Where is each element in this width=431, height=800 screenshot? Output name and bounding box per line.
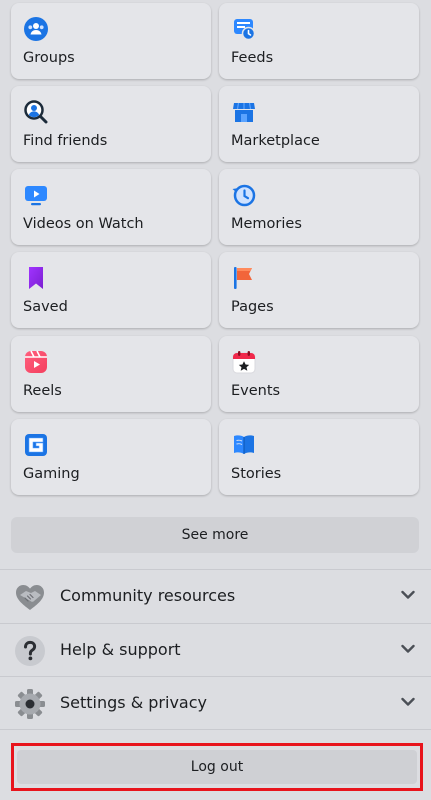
shortcut-label: Events — [231, 383, 281, 399]
help-support-row[interactable]: Help & support — [0, 624, 431, 677]
logout-highlight-frame: Log out — [11, 743, 423, 791]
shortcut-reels[interactable]: Reels — [11, 336, 211, 412]
chevron-down-icon — [401, 590, 415, 599]
shortcut-label: Videos on Watch — [23, 216, 144, 232]
gear-icon — [15, 689, 45, 719]
shortcut-feeds[interactable]: Feeds — [219, 3, 419, 79]
question-mark-icon — [15, 636, 45, 666]
shortcut-videos-on-watch[interactable]: Videos on Watch — [11, 169, 211, 245]
shortcut-label: Reels — [23, 383, 62, 399]
marketplace-icon — [233, 102, 255, 122]
watch-videos-icon — [25, 186, 47, 206]
shortcut-pages[interactable]: Pages — [219, 252, 419, 328]
pages-flag-icon — [234, 267, 252, 289]
chevron-down-icon — [401, 644, 415, 653]
shortcut-find-friends[interactable]: Find friends — [11, 86, 211, 162]
shortcut-label: Marketplace — [231, 133, 320, 149]
feeds-icon — [234, 19, 256, 41]
events-calendar-icon — [232, 351, 256, 374]
shortcut-gaming[interactable]: Gaming — [11, 419, 211, 495]
reels-icon — [25, 350, 47, 373]
help-support-label: Help & support — [60, 640, 181, 659]
shortcut-label: Stories — [231, 466, 282, 482]
shortcut-marketplace[interactable]: Marketplace — [219, 86, 419, 162]
shortcut-label: Memories — [231, 216, 302, 232]
shortcut-label: Pages — [231, 299, 274, 315]
shortcut-label: Groups — [23, 50, 75, 66]
shortcut-memories[interactable]: Memories — [219, 169, 419, 245]
shortcut-stories[interactable]: Stories — [219, 419, 419, 495]
shortcut-label: Gaming — [23, 466, 80, 482]
handshake-heart-icon — [16, 585, 44, 610]
shortcut-saved[interactable]: Saved — [11, 252, 211, 328]
settings-privacy-row[interactable]: Settings & privacy — [0, 677, 431, 730]
shortcut-label: Find friends — [23, 133, 108, 149]
settings-privacy-label: Settings & privacy — [60, 693, 207, 712]
shortcut-events[interactable]: Events — [219, 336, 419, 412]
gaming-icon — [25, 434, 47, 456]
shortcut-label: Feeds — [231, 50, 274, 66]
see-more-button[interactable]: See more — [11, 517, 419, 553]
find-friends-icon — [24, 100, 48, 124]
shortcut-groups[interactable]: Groups — [11, 3, 211, 79]
stories-book-icon — [234, 435, 254, 454]
memories-icon — [232, 184, 256, 207]
divider — [0, 729, 431, 730]
community-resources-label: Community resources — [60, 586, 236, 605]
chevron-down-icon — [401, 697, 415, 706]
groups-icon — [24, 17, 48, 41]
community-resources-row[interactable]: Community resources — [0, 570, 431, 623]
logout-button[interactable]: Log out — [17, 750, 417, 784]
shortcut-label: Saved — [23, 299, 68, 315]
saved-bookmark-icon — [29, 267, 43, 289]
